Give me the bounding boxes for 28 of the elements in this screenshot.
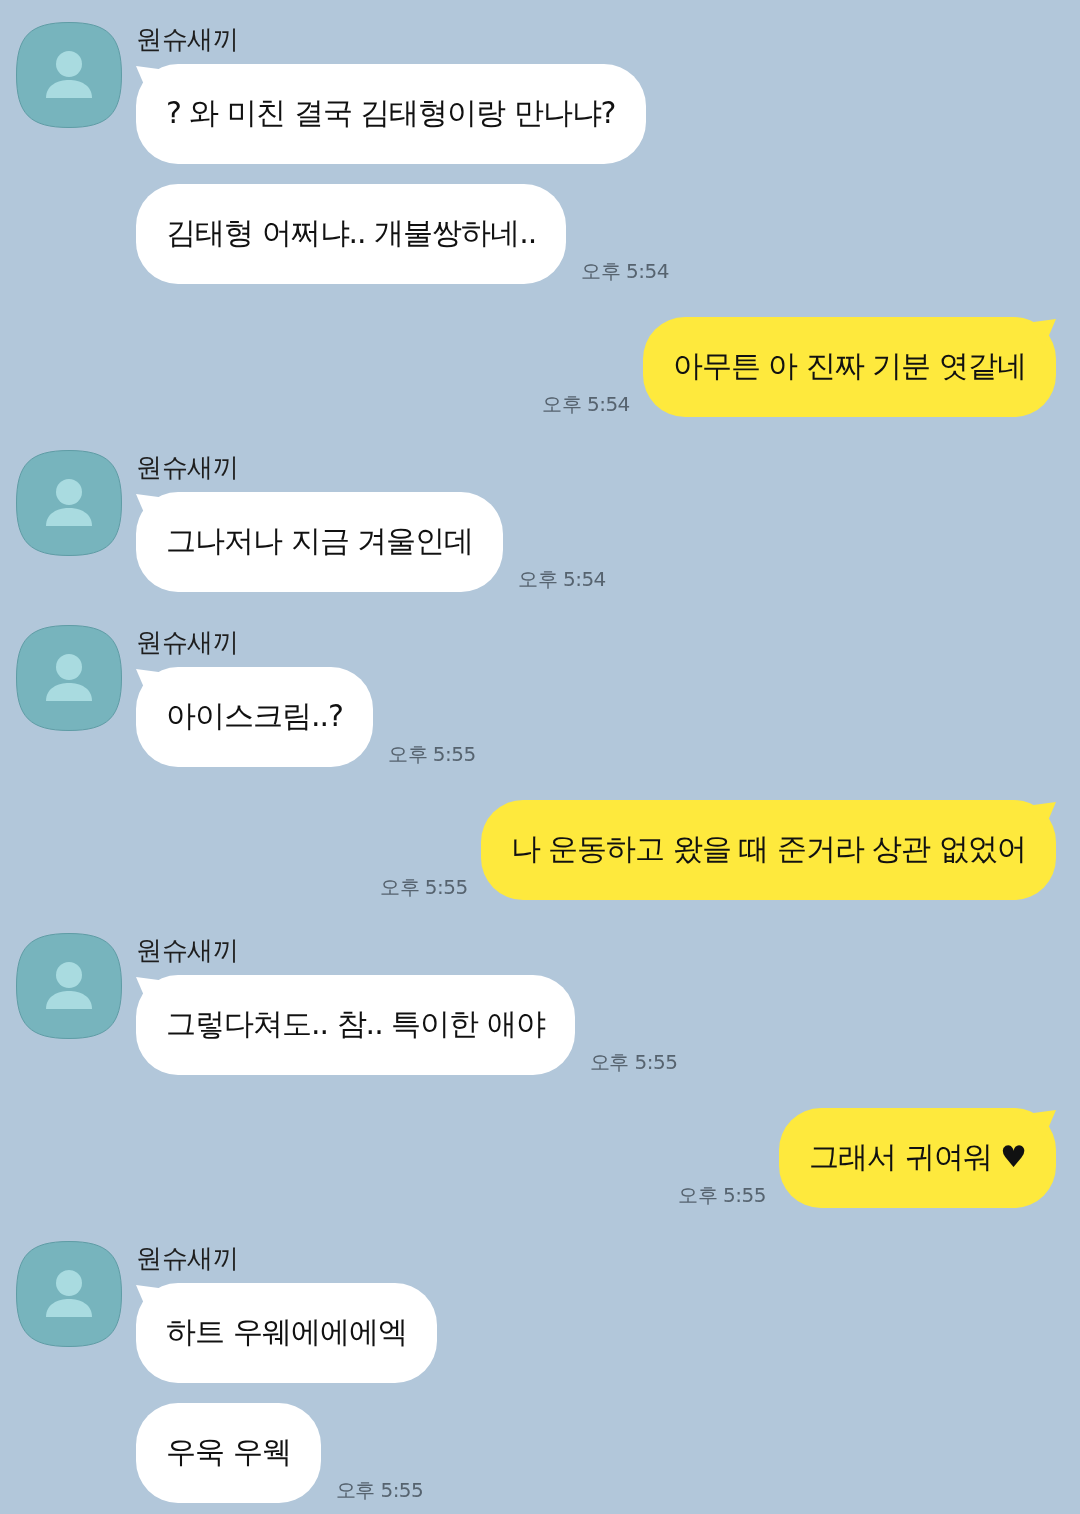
sender-name: 원슈새끼 [136,934,238,967]
avatar-icon[interactable] [16,625,122,731]
sender-name: 원슈새끼 [136,626,238,659]
message-bubble: 나 운동하고 왔을 때 준거라 상관 없었어 [480,800,1056,900]
avatar-icon[interactable] [16,1241,122,1347]
message-time: 오후 5:55 [678,1183,767,1207]
message-bubble: 그나저나 지금 겨울인데 [136,492,504,592]
message-bubble: 그렇다쳐도.. 참.. 특이한 애야 [136,975,575,1075]
message-bubble: 아이스크림..? [136,667,373,767]
message-time: 오후 5:54 [518,567,606,591]
message-bubble: 하트 우웨에에에엑 [136,1283,437,1383]
message-time: 오후 5:55 [388,742,476,766]
message-bubble: 아무튼 아 진짜 기분 엿같네 [642,317,1056,417]
message-time: 오후 5:54 [542,392,630,416]
message-time: 오후 5:54 [581,259,669,283]
message-bubble: 그래서 귀여워 ♥ [779,1108,1056,1208]
avatar-icon[interactable] [16,933,122,1039]
sender-name: 원슈새끼 [136,23,238,56]
message-time: 오후 5:55 [380,875,468,899]
sender-name: 원슈새끼 [136,451,238,484]
sender-name: 원슈새끼 [136,1242,238,1275]
message-bubble: 우욱 우웩 [136,1403,321,1503]
avatar-icon[interactable] [16,450,122,556]
avatar-icon[interactable] [16,22,122,128]
message-time: 오후 5:55 [589,1050,678,1074]
message-bubble: ? 와 미친 결국 김태형이랑 만나냐? [136,64,646,164]
message-bubble: 김태형 어쩌냐.. 개불쌍하네.. [136,184,567,284]
message-time: 오후 5:55 [335,1478,424,1502]
